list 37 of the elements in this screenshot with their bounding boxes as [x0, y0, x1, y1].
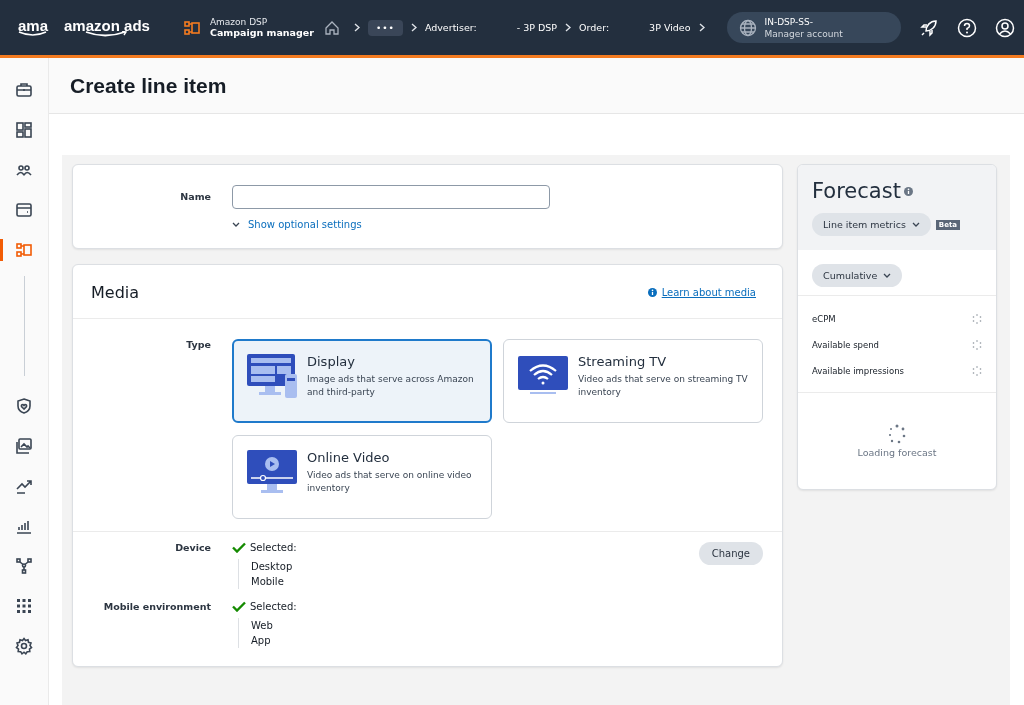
- loading-text: Loading forecast: [857, 447, 937, 458]
- metric-label: Available impressions: [812, 366, 904, 376]
- account-switcher[interactable]: IN-DSP-SS- Manager account: [726, 12, 901, 43]
- media-type-option[interactable]: Online Video Video ads that serve on online video inventory: [232, 435, 492, 519]
- more-button[interactable]: •••: [367, 19, 403, 36]
- metrics-dropdown[interactable]: Line item metrics: [812, 213, 931, 236]
- mode-dropdown[interactable]: Cumulative: [812, 264, 903, 287]
- change-button[interactable]: Change: [698, 542, 763, 565]
- breadcrumb-link[interactable]: 3P Video: [649, 22, 691, 33]
- breadcrumb-label: Advertiser:: [424, 22, 477, 33]
- learn-link[interactable]: Learn about media: [647, 287, 756, 298]
- field-label: Mobile environment: [102, 601, 212, 612]
- media-type-option[interactable]: Streaming TV Video ads that serve on streaming TV inventory: [503, 339, 763, 423]
- field-label: Name: [179, 190, 212, 204]
- field-label: Type: [185, 339, 212, 352]
- selected-value: Mobile: [251, 575, 285, 589]
- page-title: Create line item: [70, 73, 227, 98]
- app-name: Campaign manager: [209, 27, 314, 38]
- section-title: Media: [91, 283, 140, 302]
- optional-settings-link[interactable]: Show optional settings: [232, 219, 550, 230]
- logo[interactable]: ama: [18, 18, 49, 37]
- metric-label: eCPM: [812, 314, 836, 324]
- metric-label: Available spend: [812, 340, 879, 350]
- selected-value: App: [251, 634, 272, 648]
- panel-title: Forecast: [812, 179, 901, 203]
- status-text: Selected:: [250, 542, 297, 553]
- breadcrumb-link[interactable]: - 3P DSP: [516, 22, 558, 33]
- account-name: IN-DSP-SS-: [764, 15, 814, 28]
- account-role: Manager account: [764, 27, 843, 40]
- breadcrumb-label: Order:: [579, 22, 610, 33]
- product-name: Amazon DSP: [209, 17, 269, 27]
- field-label: Device: [174, 542, 212, 553]
- status-text: Selected:: [250, 601, 297, 612]
- selected-value: Web: [251, 619, 274, 633]
- selected-value: Desktop: [251, 560, 294, 574]
- logo[interactable]: amazon ads: [64, 17, 150, 38]
- media-type-option[interactable]: Display Image ads that serve across Amazon and third-party: [232, 339, 492, 423]
